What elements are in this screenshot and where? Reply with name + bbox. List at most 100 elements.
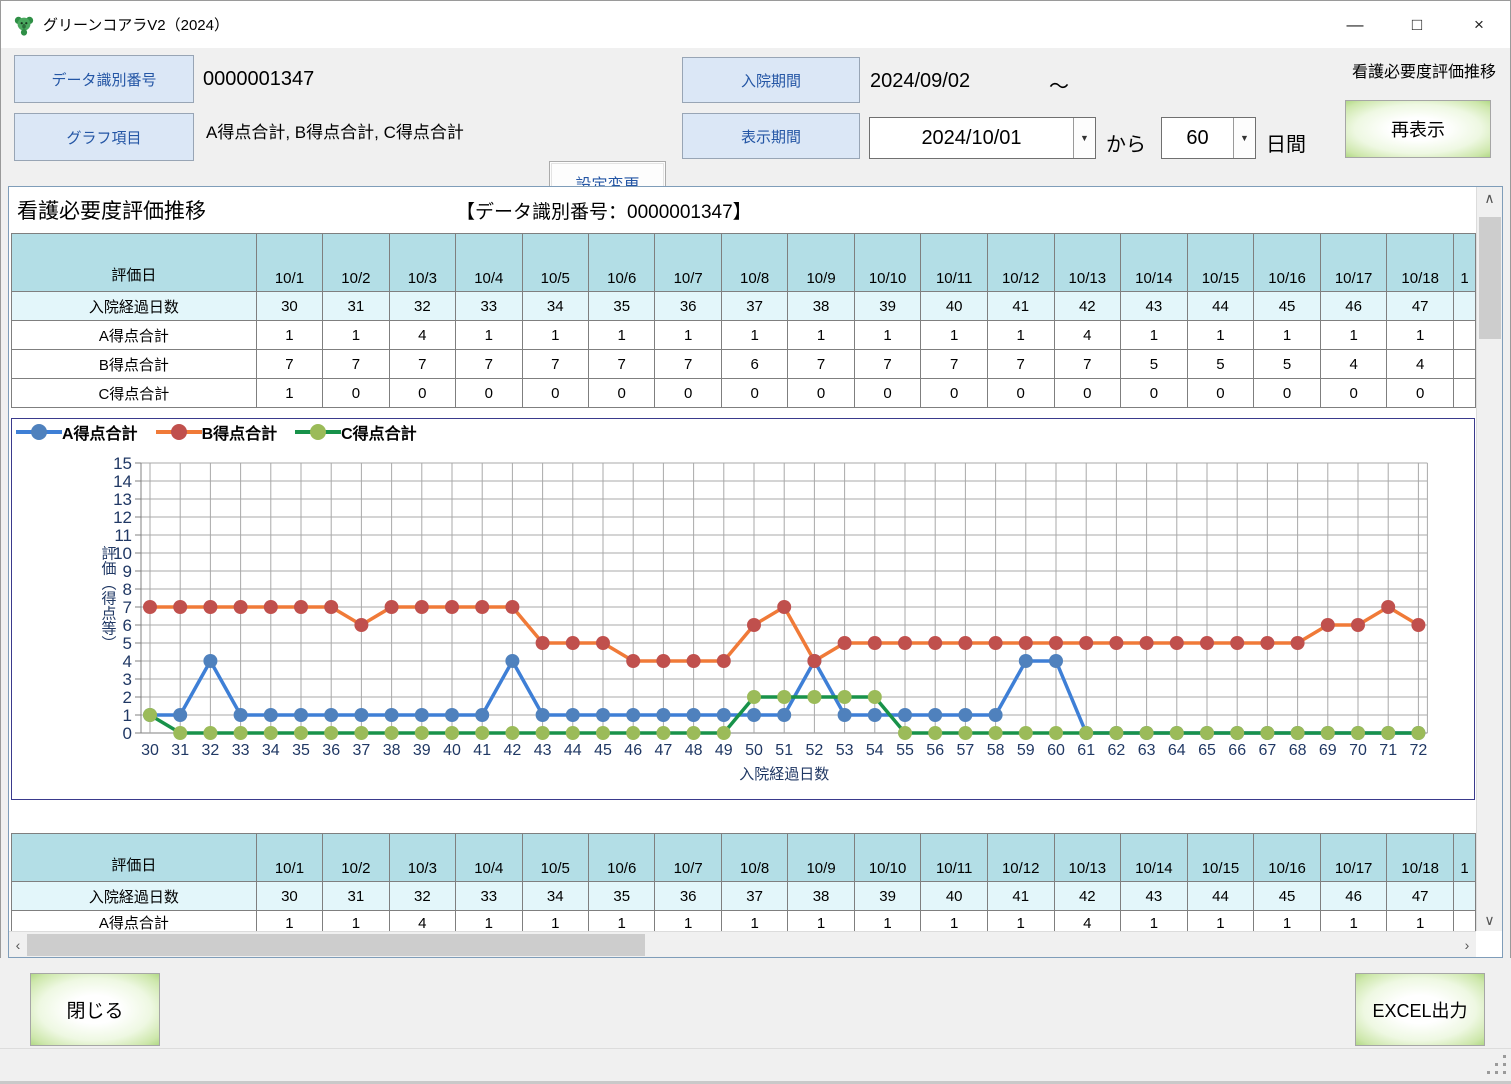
value-cell[interactable]: 1 xyxy=(788,321,854,350)
value-cell[interactable]: 1 xyxy=(588,321,654,350)
value-cell[interactable]: 7 xyxy=(323,350,389,379)
value-cell[interactable]: 39 xyxy=(854,882,921,911)
date-header-cell[interactable]: 10/12 xyxy=(987,234,1054,292)
value-cell[interactable]: 34 xyxy=(522,292,588,321)
value-cell[interactable]: 5 xyxy=(1121,350,1188,379)
value-cell[interactable]: 0 xyxy=(788,379,854,408)
value-cell[interactable]: 35 xyxy=(588,882,654,911)
value-cell[interactable]: 0 xyxy=(655,379,721,408)
date-header-cell[interactable]: 10/5 xyxy=(522,834,588,882)
value-cell[interactable]: 46 xyxy=(1320,292,1387,321)
value-cell[interactable]: 0 xyxy=(1387,379,1454,408)
value-cell[interactable]: 7 xyxy=(389,350,455,379)
value-cell[interactable]: 42 xyxy=(1054,292,1121,321)
value-cell[interactable]: 5 xyxy=(1187,350,1254,379)
value-cell[interactable]: 1 xyxy=(522,321,588,350)
scroll-down-icon[interactable]: ∨ xyxy=(1477,909,1502,931)
maximize-button[interactable]: □ xyxy=(1386,1,1448,48)
value-cell[interactable]: 1 xyxy=(1121,321,1188,350)
value-cell[interactable]: 31 xyxy=(323,882,389,911)
value-cell[interactable]: 1 xyxy=(1187,321,1254,350)
horizontal-scrollbar-thumb[interactable] xyxy=(27,934,645,956)
date-header-cell[interactable]: 10/3 xyxy=(389,834,455,882)
date-header-cell[interactable]: 10/9 xyxy=(788,234,854,292)
value-cell[interactable]: 1 xyxy=(323,321,389,350)
value-cell[interactable]: 34 xyxy=(522,882,588,911)
value-cell[interactable]: 38 xyxy=(788,292,854,321)
value-cell[interactable]: 40 xyxy=(921,882,988,911)
date-header-cell[interactable]: 10/13 xyxy=(1054,234,1121,292)
date-header-cell[interactable]: 10/13 xyxy=(1054,834,1121,882)
value-cell[interactable]: 46 xyxy=(1320,882,1387,911)
data-id-label-button[interactable]: データ識別番号 xyxy=(14,55,194,103)
date-header-cell[interactable]: 10/8 xyxy=(721,234,787,292)
value-cell[interactable]: 44 xyxy=(1187,292,1254,321)
value-cell[interactable]: 1 xyxy=(854,321,921,350)
value-cell[interactable]: 0 xyxy=(1254,379,1321,408)
value-cell[interactable]: 36 xyxy=(655,882,721,911)
date-header-cell[interactable]: 10/4 xyxy=(456,834,522,882)
value-cell[interactable]: 0 xyxy=(522,379,588,408)
value-cell[interactable]: 41 xyxy=(987,882,1054,911)
value-cell[interactable]: 0 xyxy=(323,379,389,408)
date-header-cell[interactable]: 10/16 xyxy=(1254,234,1321,292)
eval-date-header-cell[interactable]: 評価日 xyxy=(12,834,257,882)
value-cell[interactable]: 0 xyxy=(1121,379,1188,408)
value-cell[interactable]: 41 xyxy=(987,292,1054,321)
value-cell[interactable]: 7 xyxy=(1054,350,1121,379)
date-header-cell[interactable]: 10/9 xyxy=(788,834,854,882)
value-cell[interactable]: 0 xyxy=(854,379,921,408)
date-header-cell[interactable]: 10/18 xyxy=(1387,234,1454,292)
value-cell[interactable]: 1 xyxy=(1254,321,1321,350)
value-cell[interactable]: 47 xyxy=(1387,292,1454,321)
value-cell[interactable]: 45 xyxy=(1254,292,1321,321)
date-header-cell[interactable]: 10/17 xyxy=(1320,234,1387,292)
date-header-cell[interactable]: 10/1 xyxy=(256,834,322,882)
date-header-cell[interactable]: 10/2 xyxy=(323,234,389,292)
value-cell[interactable]: 30 xyxy=(256,882,322,911)
value-cell[interactable]: 7 xyxy=(655,350,721,379)
value-cell[interactable]: 32 xyxy=(389,292,455,321)
value-cell[interactable]: 1 xyxy=(655,321,721,350)
date-header-cell[interactable]: 10/15 xyxy=(1187,834,1254,882)
value-cell[interactable]: 0 xyxy=(987,379,1054,408)
value-cell[interactable]: 6 xyxy=(721,350,787,379)
date-header-cell[interactable]: 10/16 xyxy=(1254,834,1321,882)
display-period-label-button[interactable]: 表示期間 xyxy=(682,113,860,159)
date-header-cell[interactable]: 10/11 xyxy=(921,834,988,882)
value-cell[interactable]: 7 xyxy=(854,350,921,379)
days-combobox[interactable]: 60 ▼ xyxy=(1161,117,1256,159)
value-cell[interactable]: 1 xyxy=(1320,321,1387,350)
value-cell[interactable]: 5 xyxy=(1254,350,1321,379)
value-cell[interactable]: 1 xyxy=(1387,321,1454,350)
date-header-cell[interactable]: 10/1 xyxy=(256,234,322,292)
value-cell[interactable]: 39 xyxy=(854,292,921,321)
excel-export-button[interactable]: EXCEL出力 xyxy=(1355,973,1485,1046)
vertical-scrollbar[interactable]: ∧ ∨ xyxy=(1476,187,1502,931)
value-cell[interactable]: 4 xyxy=(1054,321,1121,350)
horizontal-scrollbar[interactable]: ‹ › xyxy=(9,931,1476,957)
date-header-cell[interactable]: 10/11 xyxy=(921,234,988,292)
date-header-cell[interactable]: 10/4 xyxy=(456,234,522,292)
value-cell[interactable]: 1 xyxy=(256,379,322,408)
value-cell[interactable]: 4 xyxy=(1320,350,1387,379)
value-cell[interactable]: 0 xyxy=(721,379,787,408)
value-cell[interactable]: 37 xyxy=(721,882,787,911)
date-header-cell[interactable]: 10/7 xyxy=(655,834,721,882)
value-cell[interactable]: 1 xyxy=(256,321,322,350)
value-cell[interactable]: 33 xyxy=(456,882,522,911)
value-cell[interactable]: 33 xyxy=(456,292,522,321)
date-header-cell[interactable]: 10/15 xyxy=(1187,234,1254,292)
minimize-button[interactable]: — xyxy=(1324,1,1386,48)
date-header-cell[interactable]: 10/14 xyxy=(1121,834,1188,882)
date-header-cell[interactable]: 10/2 xyxy=(323,834,389,882)
date-header-cell[interactable]: 10/10 xyxy=(854,834,921,882)
value-cell[interactable]: 1 xyxy=(456,321,522,350)
value-cell[interactable]: 0 xyxy=(456,379,522,408)
row-label-cell[interactable]: B得点合計 xyxy=(12,350,257,379)
value-cell[interactable]: 0 xyxy=(921,379,988,408)
row-label-cell[interactable]: C得点合計 xyxy=(12,379,257,408)
value-cell[interactable]: 7 xyxy=(987,350,1054,379)
value-cell[interactable]: 7 xyxy=(522,350,588,379)
chevron-down-icon[interactable]: ▼ xyxy=(1233,118,1255,158)
